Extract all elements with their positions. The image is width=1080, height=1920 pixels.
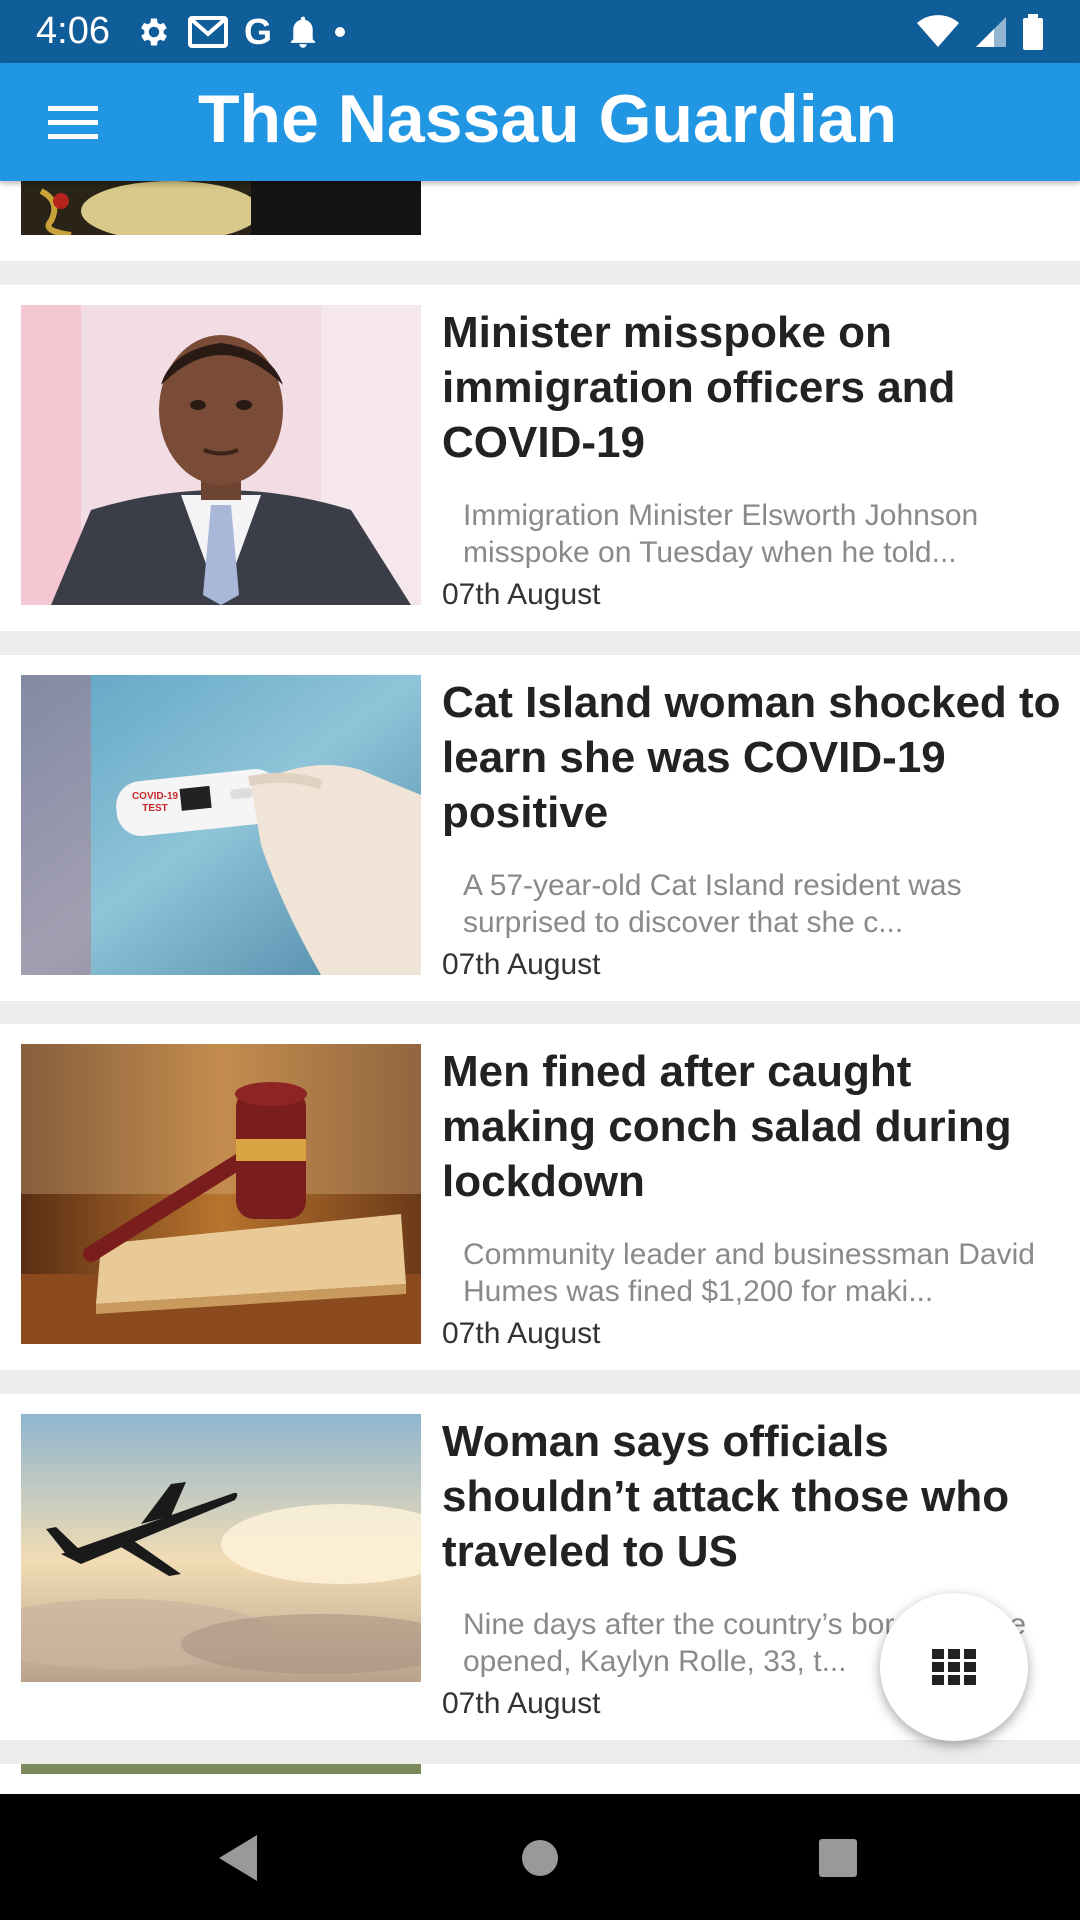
article-card[interactable]: Men fined after caught making conch sala… [0,1024,1080,1370]
article-card[interactable]: Minister misspoke on immigration officer… [0,285,1080,631]
system-navigation-bar [0,1794,1080,1920]
article-excerpt: A 57-year-old Cat Island resident was su… [463,869,962,939]
article-date: 07th August [442,578,601,611]
article-headline[interactable]: Men fined after caught making conch sala… [442,1044,1072,1209]
article-headline[interactable]: Cat Island woman shocked to learn she wa… [442,675,1072,840]
partial-article-image [21,1764,421,1774]
article-date: 07th August [442,1317,601,1350]
system-icons [916,12,1044,52]
wifi-icon [917,15,959,47]
partial-article-card[interactable] [0,181,1080,261]
grid-view-button[interactable] [880,1593,1028,1741]
grid-icon [932,1649,976,1685]
google-icon: G [244,11,273,52]
recents-icon [819,1839,857,1877]
home-button[interactable] [510,1828,570,1888]
covid-test-image: COVID-19 TEST [21,675,421,975]
back-button[interactable] [208,1828,268,1888]
recents-button[interactable] [808,1828,868,1888]
hamburger-menu-icon [48,106,98,139]
status-time: 4:06 [36,10,110,52]
gmail-icon [188,16,228,48]
notification-icons: G [136,12,346,52]
article-headline[interactable]: Minister misspoke on immigration officer… [442,305,1072,470]
signal-icon [976,17,1006,47]
dot-icon [335,27,346,37]
article-date: 07th August [442,1687,601,1720]
article-feed[interactable]: Minister misspoke on immigration officer… [0,181,1080,1794]
status-bar: 4:06 G [0,0,1080,63]
gavel-image [21,1044,421,1344]
airplane-image [21,1414,421,1682]
article-card[interactable]: COVID-19 TEST Cat Island woman shocked t… [0,655,1080,1001]
app-title: The Nassau Guardian [198,81,898,157]
partial-article-card[interactable] [0,1764,1080,1794]
article-date: 07th August [442,948,601,981]
article-headline[interactable]: Woman says officials shouldn’t attack th… [442,1414,1072,1579]
bell-icon [290,16,316,48]
partial-article-image [21,181,421,235]
article-excerpt: Community leader and businessman David H… [463,1238,1035,1308]
gear-icon [141,18,167,46]
battery-icon [1023,14,1043,50]
minister-portrait-image [21,305,421,605]
back-icon [219,1835,257,1881]
article-excerpt: Immigration Minister Elsworth Johnson mi… [463,499,979,569]
app-bar: The Nassau Guardian [0,63,1080,181]
home-icon [522,1840,558,1876]
menu-button[interactable] [36,89,110,155]
covid-test-label: COVID-19 TEST [131,791,179,814]
